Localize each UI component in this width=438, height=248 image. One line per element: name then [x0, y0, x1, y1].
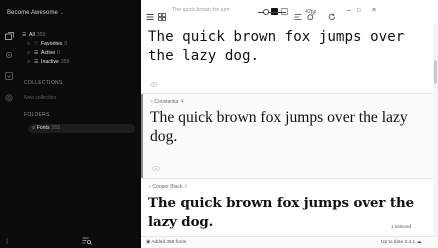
sidebar-item-count: 0 — [64, 41, 68, 47]
sidebar-item-label: Active — [41, 50, 56, 56]
sidebar-item-count: 0 — [57, 50, 61, 56]
sidebar-item-label: Favorites — [41, 41, 63, 47]
expand-circle-icon: ○ — [27, 59, 31, 65]
filter-search-icon[interactable] — [82, 232, 92, 245]
maximize-button[interactable]: □ — [357, 7, 361, 15]
font-preview-list: The quick brown fox jumps over the lazy … — [141, 24, 433, 236]
selection-count: 1 Selected — [391, 224, 412, 229]
sidebar-item-inactive[interactable]: ○ ☰ Inactive 355 — [27, 58, 70, 66]
size-slider-knob[interactable] — [263, 9, 269, 15]
new-collection-button[interactable]: New collection — [24, 95, 56, 101]
sidebar-item-count: 355 — [60, 59, 70, 65]
sidebar-item-count: 355 — [36, 32, 46, 38]
scrollbar[interactable] — [433, 24, 438, 236]
font-card[interactable]: ○ Constantia 4 The quick brown fox jumps … — [141, 94, 433, 178]
heart-icon: ♡ — [34, 41, 39, 47]
menu-icon[interactable] — [146, 8, 154, 20]
status-right-text: Up to date 2.4.1 — [381, 240, 416, 245]
font-sample: The quick brown fox jumps over the lazy … — [150, 109, 408, 145]
font-sample: The quick brown fox jumps over the lazy … — [148, 195, 415, 230]
close-button[interactable]: × — [372, 7, 376, 15]
folder-item-fonts[interactable]: ○ Fonts 355 — [28, 124, 135, 133]
activate-icon[interactable] — [5, 94, 13, 102]
list-icon: ☰ — [34, 50, 39, 56]
status-added: ◉ Added 355 fonts — [146, 240, 186, 245]
font-style-count: 4 — [180, 99, 184, 105]
font-card[interactable]: ○ Cooper Black 1 The quick brown fox jump… — [141, 179, 433, 236]
collections-heading: COLLECTIONS — [24, 80, 63, 86]
folders-heading: FOLDERS — [24, 112, 50, 118]
font-style-count: 1 — [184, 184, 188, 190]
cloud-icon: ☁ — [415, 240, 422, 245]
expand-circle-icon: ○ — [27, 50, 31, 56]
font-sample: The quick brown fox jumps over the lazy … — [148, 29, 405, 64]
sidebar-item-all[interactable]: ☰ All 355 — [22, 31, 45, 39]
folder-count: 355 — [51, 125, 61, 131]
folder-label: Fonts — [36, 125, 50, 131]
sample-text-input[interactable]: The quick brown fox jum — [172, 7, 229, 13]
toolbar: The quick brown fox jum 42px – □ × — [141, 0, 438, 24]
sidebar-item-favorites[interactable]: ○ ♡ Favorites 0 — [27, 40, 67, 48]
list-icon: ☰ — [22, 32, 27, 38]
eye-icon[interactable] — [150, 74, 158, 87]
list-icon: ☰ — [34, 59, 39, 65]
eye-icon[interactable] — [152, 158, 160, 171]
status-bar: ◉ Added 355 fonts Up to date 2.4.1 ☁ — [141, 236, 438, 248]
grid-view-icon[interactable] — [158, 8, 166, 21]
font-name: Constantia — [154, 99, 179, 105]
status-version[interactable]: Up to date 2.4.1 ☁ — [381, 240, 421, 245]
info-icon[interactable] — [5, 232, 14, 244]
scrollbar-thumb[interactable] — [434, 60, 437, 84]
align-left-icon[interactable] — [294, 8, 302, 20]
settings-icon[interactable] — [5, 51, 13, 59]
fonts-library-icon[interactable] — [5, 32, 14, 40]
expand-circle-icon: ○ — [27, 41, 31, 47]
sidebar-item-active[interactable]: ○ ☰ Active 0 — [27, 49, 60, 57]
app-title: Become Awesome — [7, 10, 58, 16]
font-size-value: 42px — [305, 9, 317, 15]
font-card[interactable]: The quick brown fox jumps over the lazy … — [141, 24, 433, 93]
sidebar-item-label: All — [29, 32, 35, 38]
font-name-label: ○ Cooper Black 1 — [148, 184, 187, 190]
minimize-button[interactable]: – — [347, 7, 351, 15]
sidebar: Become Awesome ⌄ ☰ All 355 ○ ♡ Favorites 0 ○ ☰ A… — [0, 0, 141, 248]
chevron-down-icon: ⌄ — [59, 10, 65, 16]
status-left-text: Added 355 fonts — [151, 240, 187, 245]
sidebar-item-label: Inactive — [41, 59, 59, 65]
app-title-dropdown[interactable]: Become Awesome ⌄ — [7, 10, 64, 16]
reset-icon[interactable] — [328, 8, 336, 20]
font-name: Cooper Black — [152, 184, 183, 190]
font-name-label: ○ Constantia 4 — [150, 99, 183, 105]
collection-icon[interactable] — [5, 72, 13, 80]
